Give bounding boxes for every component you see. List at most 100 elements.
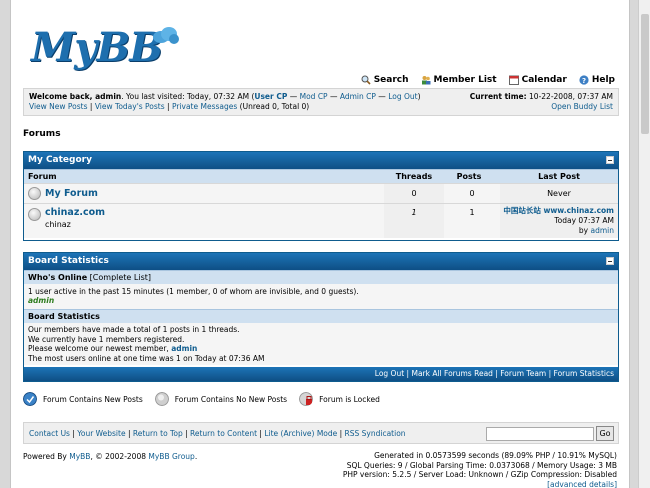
board-stats-label: Board Statistics <box>28 312 100 321</box>
debug-line: SQL Queries: 9 / Global Parsing Time: 0.… <box>346 460 617 470</box>
online-text: 1 user active in the past 15 minutes (1 … <box>28 287 359 296</box>
forum-columns-header: Forum Threads Posts Last Post <box>24 169 618 183</box>
toplink-calendar[interactable]: Calendar <box>508 75 567 85</box>
complete-list-link[interactable]: [Complete List] <box>90 273 151 282</box>
mod-cp-link[interactable]: Mod CP <box>300 92 328 101</box>
footer-bar: Contact Us | Your Website | Return to To… <box>23 422 619 444</box>
threads-cell: 1 <box>384 204 444 238</box>
forum-icon-legend: Forum Contains New Posts Forum Contains … <box>23 392 386 406</box>
page-body: MyBB Search Member List Calendar ? Help … <box>10 0 630 488</box>
stats-line: Our members have made a total of 1 posts… <box>28 325 240 334</box>
newest-member-link[interactable]: admin <box>171 344 197 353</box>
col-posts: Posts <box>456 172 482 181</box>
powered-text: Powered By <box>23 452 67 461</box>
toplink-help[interactable]: ? Help <box>579 75 615 85</box>
lastpost-cell: Never <box>500 184 618 203</box>
debug-line: Generated in 0.0573599 seconds (89.09% P… <box>374 451 617 460</box>
pm-counts: (Unread 0, Total 0) <box>239 102 310 111</box>
current-time-label: Current time: <box>469 92 527 101</box>
mybb-group-link[interactable]: MyBB Group <box>148 452 194 461</box>
legend-item: Forum Contains No New Posts <box>154 392 288 406</box>
forum-link-chinaz[interactable]: chinaz.com <box>45 207 105 218</box>
mark-all-read-link[interactable]: Mark All Forums Read <box>411 369 492 378</box>
return-to-content-link[interactable]: Return to Content <box>190 429 257 438</box>
rss-link[interactable]: RSS Syndication <box>345 429 406 438</box>
your-website-link[interactable]: Your Website <box>77 429 125 438</box>
view-new-posts-link[interactable]: View New Posts <box>29 102 88 111</box>
current-time: 10-22-2008, 07:37 AM <box>529 92 613 101</box>
legend-item: Forum Contains New Posts <box>23 392 143 406</box>
whos-online-label: Who's Online <box>28 273 88 282</box>
panel-right: Current time: 10-22-2008, 07:37 AM Open … <box>470 92 613 112</box>
toplink-member-list[interactable]: Member List <box>421 75 497 85</box>
debug-line: PHP version: 5.2.5 / Server Load: Unknow… <box>342 470 617 479</box>
powered-end: . <box>194 452 198 461</box>
board-stats-header: Board Statistics <box>24 309 618 323</box>
locked-icon <box>299 392 314 406</box>
scrollbar-thumb[interactable] <box>641 14 649 134</box>
no-new-posts-icon <box>154 392 169 406</box>
lite-mode-link[interactable]: Lite (Archive) Mode <box>264 429 337 438</box>
new-posts-icon <box>23 392 37 406</box>
lastpost-by: by <box>578 226 589 235</box>
forum-statistics-link[interactable]: Forum Statistics <box>554 369 614 378</box>
help-icon: ? <box>579 75 589 85</box>
category-header: My Category <box>24 152 618 169</box>
collapse-icon[interactable] <box>606 156 614 164</box>
lastpost-user-link[interactable]: admin <box>591 226 615 235</box>
contact-us-link[interactable]: Contact Us <box>29 429 70 438</box>
legend-label: Forum Contains No New Posts <box>174 394 288 404</box>
mybb-logo[interactable]: MyBB <box>31 24 163 71</box>
stats-line: The most users online at one time was 1 … <box>28 353 265 363</box>
legend-label: Forum is Locked <box>319 394 380 404</box>
vertical-scrollbar[interactable] <box>638 0 650 488</box>
breadcrumb[interactable]: Forums <box>23 129 61 139</box>
lastpost-title-link[interactable]: 中国站长站 www.chinaz.com <box>503 206 614 215</box>
board-stats-body: Our members have made a total of 1 posts… <box>24 323 618 365</box>
top-links: Search Member List Calendar ? Help <box>361 75 615 85</box>
go-button[interactable]: Go <box>596 426 614 441</box>
open-buddy-list-link[interactable]: Open Buddy List <box>551 102 613 111</box>
return-to-top-link[interactable]: Return to Top <box>133 429 183 438</box>
posts-cell: 1 <box>444 204 500 238</box>
footer-logout-link[interactable]: Log Out <box>375 369 404 378</box>
whos-online-body: 1 user active in the past 15 minutes (1 … <box>24 284 618 309</box>
no-new-posts-icon <box>28 187 41 200</box>
user-panel: Welcome back, admin. You last visited: T… <box>23 88 619 116</box>
newest-member-text: Please welcome our newest member, <box>28 344 169 353</box>
threads-count-link[interactable]: 1 <box>411 208 416 217</box>
admin-cp-link[interactable]: Admin CP <box>340 92 376 101</box>
search-icon <box>361 75 371 85</box>
posts-cell: 0 <box>444 184 500 203</box>
col-threads: Threads <box>395 172 433 181</box>
forum-link-my-forum[interactable]: My Forum <box>45 188 98 199</box>
view-todays-posts-link[interactable]: View Today's Posts <box>95 102 165 111</box>
online-user-link[interactable]: admin <box>28 296 54 305</box>
calendar-icon <box>508 75 519 85</box>
legend-item: Forum is Locked <box>299 392 380 406</box>
stats-line: Please welcome our newest member, admin <box>28 344 614 354</box>
forum-cell: chinaz.com chinaz <box>24 204 384 238</box>
mybb-link[interactable]: MyBB <box>69 452 90 461</box>
threads-cell: 0 <box>384 184 444 203</box>
collapse-icon[interactable] <box>606 257 614 265</box>
category-title[interactable]: My Category <box>28 155 92 165</box>
board-statistics-table: Board Statistics Who's Online [Complete … <box>23 252 619 382</box>
whos-online-header: Who's Online [Complete List] <box>24 270 618 284</box>
toplink-search[interactable]: Search <box>361 75 409 85</box>
logout-link[interactable]: Log Out <box>388 92 417 101</box>
advanced-details-link[interactable]: [advanced details] <box>547 480 617 488</box>
legend-label: Forum Contains New Posts <box>43 394 143 404</box>
private-messages-link[interactable]: Private Messages <box>172 102 237 111</box>
copyright-text: , © 2002-2008 <box>90 452 146 461</box>
stats-header: Board Statistics <box>24 253 618 270</box>
stats-title: Board Statistics <box>28 256 109 266</box>
col-lastpost: Last Post <box>538 172 580 181</box>
quick-search-input[interactable] <box>486 427 594 441</box>
powered-by: Powered By MyBB, © 2002-2008 MyBB Group. <box>23 452 197 461</box>
forum-team-link[interactable]: Forum Team <box>500 369 546 378</box>
user-cp-link[interactable]: User CP <box>254 92 287 101</box>
stats-footer-links: Log Out | Mark All Forums Read | Forum T… <box>24 367 618 381</box>
lastpost-time: Today 07:37 AM <box>554 216 614 225</box>
lastpost-cell: 中国站长站 www.chinaz.com Today 07:37 AM by a… <box>500 204 618 238</box>
